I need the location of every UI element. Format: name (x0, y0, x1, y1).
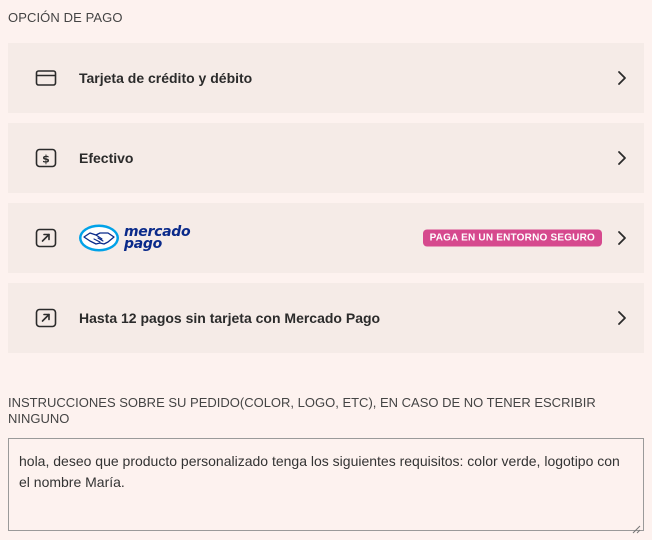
payment-option-cash[interactable]: $ Efectivo (8, 123, 644, 193)
instructions-textarea[interactable]: hola, deseo que producto personalizado t… (8, 438, 644, 534)
payment-option-label: Tarjeta de crédito y débito (79, 70, 253, 86)
payment-options-list: Tarjeta de crédito y débito $ Efectivo m… (8, 43, 644, 363)
chevron-right-icon (616, 230, 628, 246)
svg-text:$: $ (42, 153, 50, 166)
chevron-right-icon (616, 310, 628, 326)
cash-dollar-icon: $ (35, 147, 57, 169)
resize-handle-icon[interactable] (632, 519, 641, 534)
chevron-right-icon (616, 150, 628, 166)
payment-option-label: Efectivo (79, 150, 134, 166)
instructions-label: INSTRUCCIONES SOBRE SU PEDIDO(COLOR, LOG… (8, 395, 596, 426)
external-link-icon (35, 307, 57, 329)
payment-option-label: Hasta 12 pagos sin tarjeta con Mercado P… (79, 310, 381, 326)
mercadopago-logo-line2: pago (124, 236, 162, 252)
payment-option-card[interactable]: Tarjeta de crédito y débito (8, 43, 644, 113)
mercadopago-logo: mercado pago (78, 221, 191, 255)
external-link-icon (35, 227, 57, 249)
instructions-text: hola, deseo que producto personalizado t… (19, 453, 620, 490)
payment-option-installments[interactable]: Hasta 12 pagos sin tarjeta con Mercado P… (8, 283, 644, 353)
section-title: OPCIÓN DE PAGO (8, 10, 123, 25)
payment-option-mercadopago[interactable]: mercado pago PAGA EN UN ENTORNO SEGURO (8, 203, 644, 273)
handshake-icon (79, 224, 119, 252)
chevron-right-icon (616, 70, 628, 86)
secure-badge: PAGA EN UN ENTORNO SEGURO (422, 229, 602, 247)
credit-card-icon (35, 67, 57, 89)
